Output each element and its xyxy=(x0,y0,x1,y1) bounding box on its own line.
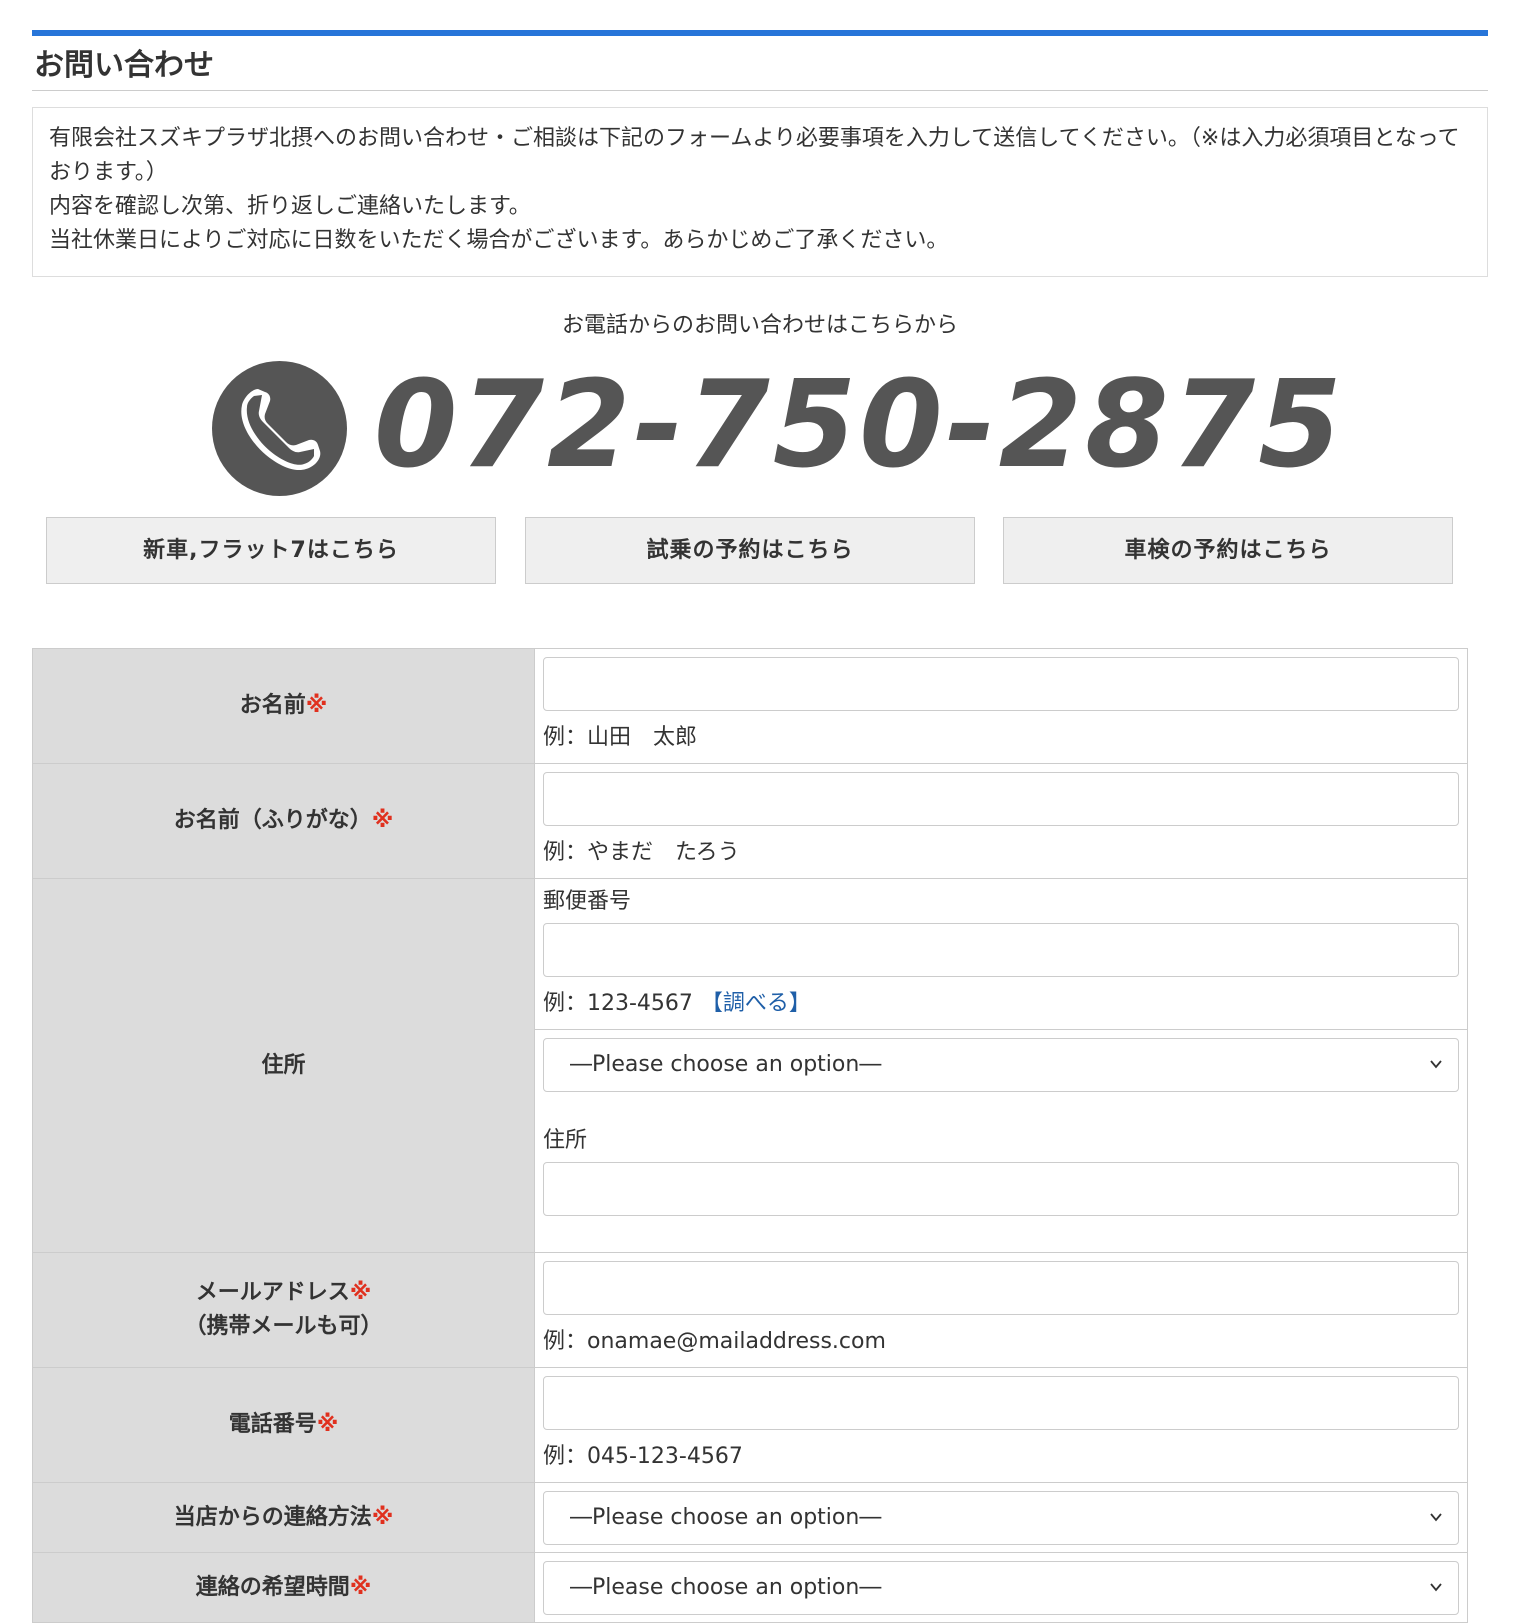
required-mark: ※ xyxy=(371,1504,394,1530)
email-label-text: メールアドレス xyxy=(195,1280,350,1305)
contact-time-select[interactable]: ―Please choose an option― xyxy=(543,1561,1459,1615)
email-label: メールアドレス※ （携帯メールも可） xyxy=(32,1252,535,1368)
required-mark: ※ xyxy=(349,1574,372,1600)
email-label-sub: （携帯メールも可） xyxy=(184,1314,383,1339)
postal-hint-text: 例：123-4567 xyxy=(543,991,693,1016)
address-input[interactable] xyxy=(543,1162,1459,1216)
required-mark: ※ xyxy=(349,1280,372,1305)
form-row-furigana: お名前（ふりがな）※ 例：やまだ たろう xyxy=(32,763,1468,879)
postal-code-input[interactable] xyxy=(543,923,1459,977)
email-cell: 例：onamae@mailaddress.com xyxy=(534,1252,1468,1368)
address-line-label: 住所 xyxy=(543,1128,588,1153)
contact-time-select-value: ―Please choose an option― xyxy=(570,1575,882,1600)
page-title: お問い合わせ xyxy=(32,30,1488,91)
tel-banner[interactable]: 072-750-2875 xyxy=(32,349,1488,499)
new-car-button[interactable]: 新車,フラット7はこちら xyxy=(46,517,496,584)
phone-cell: 例：045-123-4567 xyxy=(534,1367,1468,1483)
inspection-button[interactable]: 車検の予約はこちら xyxy=(1003,517,1453,584)
form-row-email: メールアドレス※ （携帯メールも可） 例：onamae@mailaddress.… xyxy=(32,1252,1468,1368)
furigana-label-text: お名前（ふりがな） xyxy=(173,808,372,833)
name-cell: 例：山田 太郎 xyxy=(534,648,1468,764)
intro-line-3: 当社休業日によりご対応に日数をいただく場合がございます。あらかじめご了承ください… xyxy=(49,228,949,253)
contact-method-select-value: ―Please choose an option― xyxy=(570,1505,882,1530)
test-drive-button[interactable]: 試乗の予約はこちら xyxy=(525,517,975,584)
contact-method-label: 当店からの連絡方法※ xyxy=(32,1482,535,1553)
prefecture-select-value: ―Please choose an option― xyxy=(570,1052,882,1077)
furigana-hint: 例：やまだ たろう xyxy=(543,840,740,865)
contact-time-label-text: 連絡の希望時間 xyxy=(195,1574,350,1600)
contact-time-label: 連絡の希望時間※ xyxy=(32,1552,535,1623)
phone-label: 電話番号※ xyxy=(32,1367,535,1483)
postal-lookup-link[interactable]: 【調べる】 xyxy=(701,991,811,1016)
postal-hint: 例：123-4567 【調べる】 xyxy=(543,991,1459,1017)
required-mark: ※ xyxy=(316,1412,339,1437)
address-divider: ―Please choose an option― 住所 xyxy=(535,1029,1467,1252)
chevron-down-icon xyxy=(1430,1513,1442,1522)
form-row-address: 住所 郵便番号 例：123-4567 【調べる】 ―Please choose a… xyxy=(32,878,1468,1253)
name-hint: 例：山田 太郎 xyxy=(543,725,698,750)
email-hint: 例：onamae@mailaddress.com xyxy=(543,1329,886,1354)
furigana-label: お名前（ふりがな）※ xyxy=(32,763,535,879)
chevron-down-icon xyxy=(1430,1060,1442,1069)
link-button-row: 新車,フラット7はこちら 試乗の予約はこちら 車検の予約はこちら xyxy=(32,517,1488,585)
address-cell: 郵便番号 例：123-4567 【調べる】 ―Please choose an o… xyxy=(534,878,1468,1253)
furigana-cell: 例：やまだ たろう xyxy=(534,763,1468,879)
phone-label-text: 電話番号 xyxy=(228,1412,317,1437)
postal-label: 郵便番号 xyxy=(543,889,632,914)
required-mark: ※ xyxy=(371,808,394,833)
address-label: 住所 xyxy=(32,878,535,1253)
form-row-contact-time: 連絡の希望時間※ ―Please choose an option― xyxy=(32,1552,1468,1623)
intro-line-2: 内容を確認し次第、折り返しご連絡いたします。 xyxy=(49,194,531,219)
name-label-text: お名前 xyxy=(239,693,306,718)
phone-icon xyxy=(212,361,347,496)
email-input[interactable] xyxy=(543,1261,1459,1315)
name-input[interactable] xyxy=(543,657,1459,711)
contact-method-select[interactable]: ―Please choose an option― xyxy=(543,1491,1459,1545)
contact-method-cell: ―Please choose an option― xyxy=(534,1482,1468,1553)
page-container: お問い合わせ 有限会社スズキプラザ北摂へのお問い合わせ・ご相談は下記のフォームよ… xyxy=(32,0,1488,1623)
phone-input[interactable] xyxy=(543,1376,1459,1430)
tel-number: 072-750-2875 xyxy=(374,356,1345,495)
prefecture-select[interactable]: ―Please choose an option― xyxy=(543,1038,1459,1092)
required-mark: ※ xyxy=(305,693,328,718)
intro-box: 有限会社スズキプラザ北摂へのお問い合わせ・ご相談は下記のフォームより必要事項を入… xyxy=(32,107,1488,277)
contact-method-label-text: 当店からの連絡方法 xyxy=(173,1504,372,1530)
contact-time-cell: ―Please choose an option― xyxy=(534,1552,1468,1623)
form-row-phone: 電話番号※ 例：045-123-4567 xyxy=(32,1367,1468,1483)
name-label: お名前※ xyxy=(32,648,535,764)
form-row-name: お名前※ 例：山田 太郎 xyxy=(32,648,1468,764)
contact-form: お名前※ 例：山田 太郎 お名前（ふりがな）※ 例：やまだ たろう 住所 郵便番… xyxy=(32,648,1468,1623)
phone-hint: 例：045-123-4567 xyxy=(543,1444,743,1469)
furigana-input[interactable] xyxy=(543,772,1459,826)
form-row-contact-method: 当店からの連絡方法※ ―Please choose an option― xyxy=(32,1482,1468,1553)
chevron-down-icon xyxy=(1430,1583,1442,1592)
intro-line-1: 有限会社スズキプラザ北摂へのお問い合わせ・ご相談は下記のフォームより必要事項を入… xyxy=(49,126,1460,185)
tel-caption: お電話からのお問い合わせはこちらから xyxy=(561,313,958,338)
